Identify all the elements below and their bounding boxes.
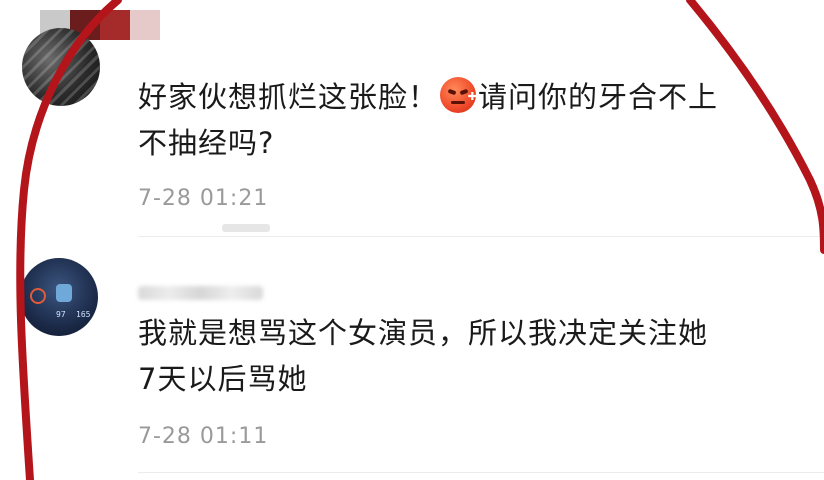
- avatar[interactable]: 97 165: [20, 258, 98, 336]
- angry-face-icon: ✚: [440, 77, 477, 113]
- avatar-stat: 165: [76, 310, 91, 319]
- blur-mark: [222, 224, 270, 232]
- avatar[interactable]: [22, 28, 100, 106]
- username-blurred: [138, 286, 263, 300]
- comment-text: 我就是想骂这个女演员，所以我决定关注她 7天以后骂她: [138, 316, 709, 396]
- comment-timestamp: 7-28 01:21: [138, 186, 269, 211]
- avatar-stat: 97: [56, 310, 66, 319]
- divider: [138, 236, 824, 237]
- red-circle-annotation: [16, 0, 824, 480]
- divider: [138, 472, 824, 473]
- comment-timestamp: 7-28 01:11: [138, 424, 269, 449]
- comment-text: 好家伙想抓烂这张脸！ ✚ 请问你的牙合不上 不抽经吗?: [138, 74, 798, 166]
